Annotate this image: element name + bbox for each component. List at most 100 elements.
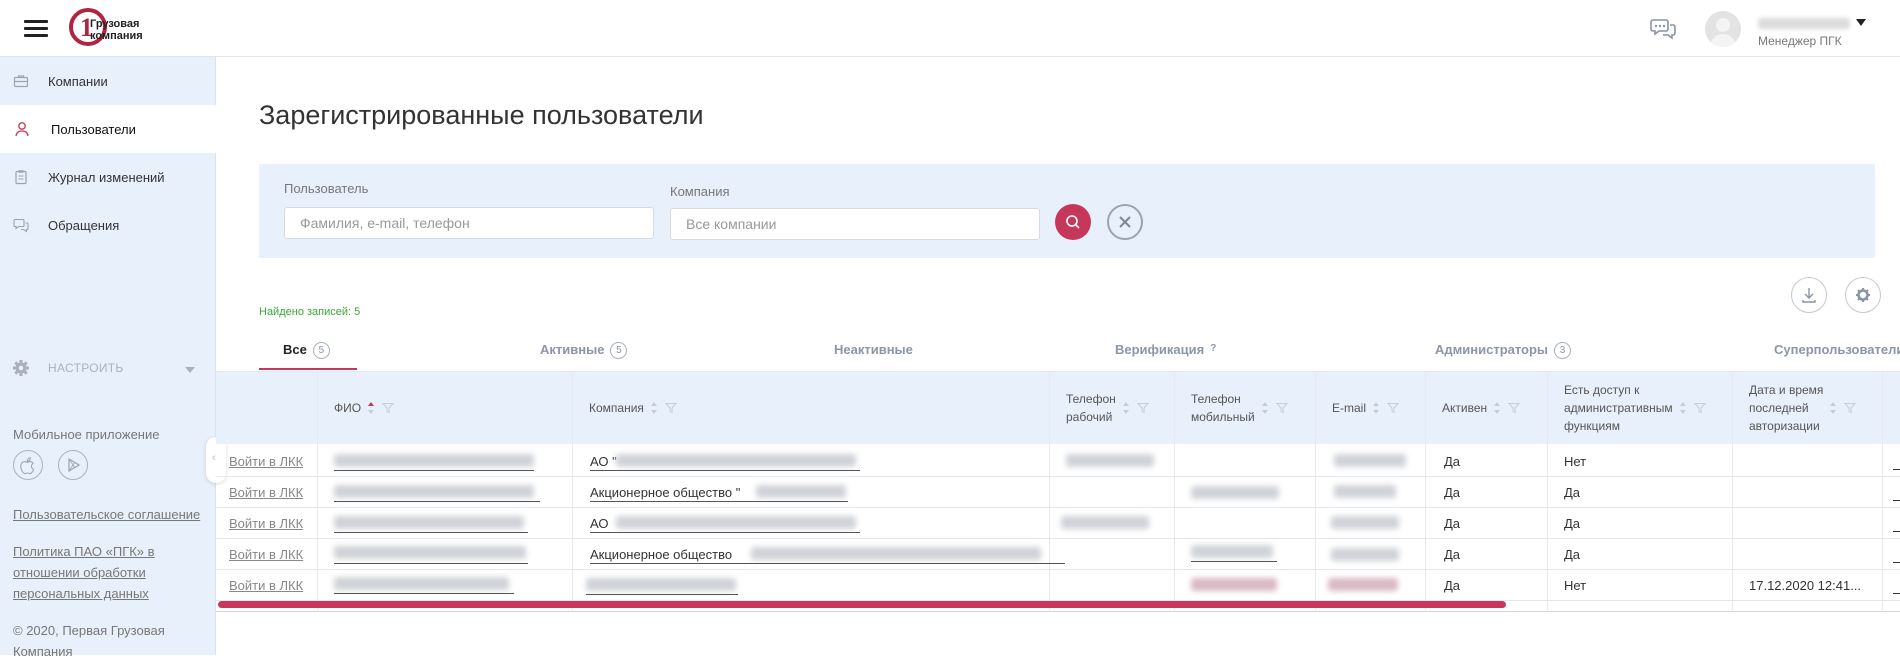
active-status: Да (1444, 578, 1461, 593)
table-settings-button[interactable] (1845, 277, 1881, 313)
company-name: АО " (590, 454, 617, 469)
company-name (586, 578, 736, 591)
search-button[interactable] (1055, 204, 1091, 240)
column-fio[interactable]: ФИО (334, 372, 395, 444)
user-search-input[interactable] (284, 207, 654, 239)
chat-icon[interactable] (1650, 16, 1676, 40)
avatar[interactable] (1705, 11, 1741, 47)
gear-icon (13, 360, 29, 376)
email (1328, 578, 1398, 591)
admin-access: Да (1564, 516, 1581, 531)
login-as-user-link[interactable]: Войти в ЛКК (229, 454, 303, 469)
filter-icon (1844, 403, 1857, 414)
login-as-user-link[interactable]: Войти в ЛКК (229, 485, 303, 500)
top-bar: 1 Грузовая компания Менеджер ПГК (0, 0, 1900, 57)
tab-all[interactable]: Все 5 (283, 342, 330, 359)
tab-inactive[interactable]: Неактивные (834, 342, 913, 357)
horizontal-scrollbar[interactable] (218, 601, 1506, 608)
mobile-phone (1191, 486, 1279, 499)
user-fio (334, 454, 534, 467)
login-as-user-link[interactable]: Войти в ЛКК (229, 516, 303, 531)
mobile-phone (1191, 578, 1277, 591)
column-last-login[interactable]: Дата и время последней авторизации (1749, 372, 1857, 444)
apple-icon (20, 457, 35, 475)
table-row: Войти в ЛКК АО Да Да (216, 508, 1900, 539)
apple-store-button[interactable] (13, 450, 43, 480)
mobile-phone (1191, 545, 1273, 558)
download-button[interactable] (1791, 277, 1827, 313)
company-name: Акционерное общество " (590, 485, 741, 500)
user-fio (334, 485, 534, 498)
chevron-down-icon[interactable] (1856, 19, 1866, 26)
column-company[interactable]: Компания (589, 372, 677, 444)
table-row: Войти в ЛКК Акционерное общество Да Да (216, 539, 1900, 570)
sort-icon (1830, 402, 1837, 414)
filter-icon (1693, 403, 1706, 414)
column-email[interactable]: E-mail (1332, 372, 1400, 444)
filter-icon (1387, 403, 1400, 414)
sort-icon (1261, 402, 1269, 414)
sort-icon (1122, 402, 1130, 414)
table-row: Войти в ЛКК Да Нет 17.12.2020 12:41... (216, 570, 1900, 601)
page-title: Зарегистрированные пользователи (259, 100, 704, 130)
tab-administrators[interactable]: Администраторы 3 (1435, 342, 1572, 359)
sidebar-item-users[interactable]: Пользователи (0, 105, 216, 153)
active-status: Да (1444, 485, 1461, 500)
column-active[interactable]: Активен (1442, 372, 1521, 444)
user-role: Менеджер ПГК (1758, 34, 1842, 48)
help-icon: ? (1210, 343, 1217, 354)
active-status: Да (1444, 547, 1461, 562)
scrollbar-track (216, 611, 1900, 612)
close-icon (1119, 216, 1131, 228)
user-fio (334, 516, 524, 529)
admin-access: Да (1564, 547, 1581, 562)
sidebar-item-changelog[interactable]: Журнал изменений (0, 153, 216, 201)
briefcase-icon (13, 75, 29, 88)
company-name: АО (590, 516, 609, 531)
tab-active[interactable]: Активные 5 (540, 342, 628, 359)
chat-icon (13, 218, 29, 233)
login-as-user-link[interactable]: Войти в ЛКК (229, 578, 303, 593)
menu-icon[interactable] (24, 20, 48, 38)
sort-icon (1373, 402, 1380, 414)
email (1334, 454, 1406, 467)
privacy-policy-link[interactable]: Политика ПАО «ПГК» в отношении обработки… (13, 541, 155, 604)
work-phone (1066, 454, 1154, 467)
login-as-user-link[interactable]: Войти в ЛКК (229, 547, 303, 562)
user-agreement-link[interactable]: Пользовательское соглашение (13, 504, 200, 525)
sidebar-item-companies[interactable]: Компании (0, 57, 216, 105)
clear-filter-button[interactable] (1107, 204, 1143, 240)
active-status: Да (1444, 454, 1461, 469)
filter-icon (1275, 403, 1288, 414)
tab-superusers[interactable]: Суперпользователи (1774, 342, 1900, 357)
column-work-phone[interactable]: Телефон рабочий (1066, 372, 1149, 444)
column-admin-access[interactable]: Есть доступ к административным функциям (1564, 372, 1706, 444)
last-login: 17.12.2020 12:41... (1749, 578, 1862, 593)
mobile-app-title: Мобильное приложение (13, 427, 160, 442)
user-filter-label: Пользователь (284, 181, 369, 196)
user-name[interactable] (1758, 18, 1850, 29)
filter-icon (1136, 403, 1149, 414)
user-fio (334, 577, 509, 590)
sidebar-item-label: Компании (48, 73, 108, 89)
sort-icon (368, 402, 375, 414)
records-found: Найдено записей: 5 (259, 306, 361, 318)
sidebar: Компании Пользователи Журнал изменений О… (0, 57, 216, 659)
sidebar-item-requests[interactable]: Обращения (0, 201, 216, 249)
clipboard-icon (15, 170, 27, 185)
sidebar-item-label: Журнал изменений (48, 169, 165, 185)
play-icon (68, 457, 81, 473)
tab-verification[interactable]: Верификация? (1115, 342, 1216, 357)
chevron-down-icon (185, 367, 195, 373)
column-mobile-phone[interactable]: Телефон мобильный (1191, 372, 1288, 444)
sort-icon (1679, 402, 1687, 414)
search-icon (1066, 215, 1080, 229)
company-select[interactable] (670, 208, 1040, 240)
sidebar-item-label: Обращения (48, 217, 120, 233)
settings-label: НАСТРОИТЬ (48, 361, 124, 375)
google-play-button[interactable] (58, 450, 88, 480)
gear-icon (1856, 288, 1870, 302)
email (1334, 485, 1396, 498)
sidebar-item-label: Пользователи (51, 121, 136, 137)
settings-toggle[interactable]: НАСТРОИТЬ (0, 357, 216, 381)
